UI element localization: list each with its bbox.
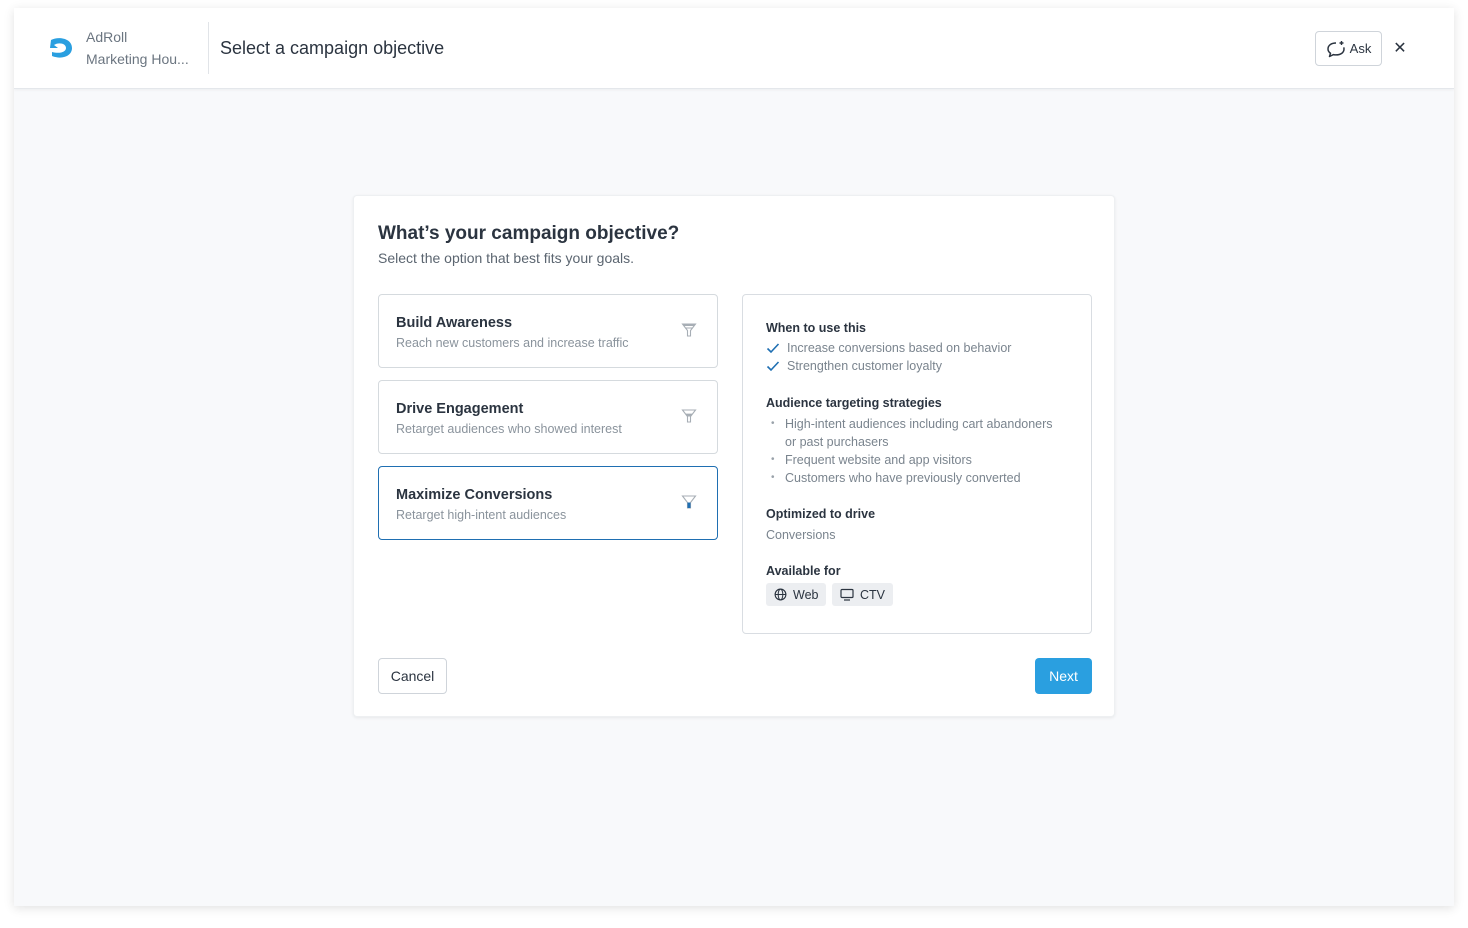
when-item-label: Increase conversions based on behavior <box>787 341 1012 355</box>
channel-chip-web: Web <box>766 583 827 606</box>
app-window: AdRoll Marketing Hou... Select a campaig… <box>14 8 1454 906</box>
option-title: Maximize Conversions <box>396 487 553 503</box>
optimized-value: Conversions <box>766 528 836 542</box>
adroll-logo-icon <box>50 38 72 58</box>
option-build-awareness[interactable]: Build Awareness Reach new customers and … <box>378 294 718 368</box>
option-maximize-conversions[interactable]: Maximize Conversions Retarget high-inten… <box>378 466 718 540</box>
strategy-item: High-intent audiences including cart aba… <box>771 415 1063 451</box>
channel-chip-ctv: CTV <box>832 583 893 606</box>
strategy-item: Frequent website and app visitors <box>771 451 1063 469</box>
close-button[interactable]: ✕ <box>1392 36 1408 60</box>
objective-details-panel: When to use this Increase conversions ba… <box>742 294 1092 634</box>
check-icon <box>766 343 780 354</box>
option-title: Build Awareness <box>396 315 513 331</box>
org-name-line1: AdRoll <box>86 29 128 45</box>
channel-chip-label: CTV <box>860 587 885 602</box>
optimized-heading: Optimized to drive <box>766 507 876 521</box>
when-item-label: Strengthen customer loyalty <box>787 359 942 373</box>
objective-question-subtitle: Select the option that best fits your go… <box>378 250 635 266</box>
available-heading: Available for <box>766 564 841 578</box>
when-to-use-heading: When to use this <box>766 321 866 335</box>
funnel-top-icon <box>681 323 697 337</box>
ask-button[interactable]: Ask <box>1315 31 1382 66</box>
ask-button-label: Ask <box>1349 41 1372 56</box>
objective-card: What’s your campaign objective? Select t… <box>353 195 1115 717</box>
option-drive-engagement[interactable]: Drive Engagement Retarget audiences who … <box>378 380 718 454</box>
org-name-line2: Marketing Hou... <box>86 51 189 67</box>
strategy-item-label: Customers who have previously converted <box>785 471 1021 485</box>
strategy-item-label: Frequent website and app visitors <box>785 453 972 467</box>
chat-sparkle-icon <box>1326 40 1345 57</box>
option-description: Retarget high-intent audiences <box>396 508 567 522</box>
channel-chip-label: Web <box>793 587 819 602</box>
globe-icon <box>774 588 787 601</box>
next-button[interactable]: Next <box>1035 658 1092 694</box>
org-name[interactable]: AdRoll Marketing Hou... <box>86 26 189 70</box>
when-item: Strengthen customer loyalty <box>766 359 942 373</box>
objective-question-title: What’s your campaign objective? <box>378 223 680 244</box>
page-title: Select a campaign objective <box>220 38 445 58</box>
option-title: Drive Engagement <box>396 401 524 417</box>
strategies-heading: Audience targeting strategies <box>766 396 942 410</box>
option-description: Reach new customers and increase traffic <box>396 336 629 350</box>
check-icon <box>766 361 780 372</box>
strategy-item: Customers who have previously converted <box>771 469 1063 487</box>
monitor-icon <box>840 588 854 601</box>
funnel-middle-icon <box>681 409 697 423</box>
when-item: Increase conversions based on behavior <box>766 341 1011 355</box>
strategy-item-label: High-intent audiences including cart aba… <box>785 417 1053 449</box>
top-bar: AdRoll Marketing Hou... Select a campaig… <box>14 8 1454 89</box>
funnel-bottom-icon <box>681 495 697 509</box>
option-description: Retarget audiences who showed interest <box>396 422 622 436</box>
cancel-button[interactable]: Cancel <box>378 658 447 694</box>
header-divider <box>208 22 209 74</box>
